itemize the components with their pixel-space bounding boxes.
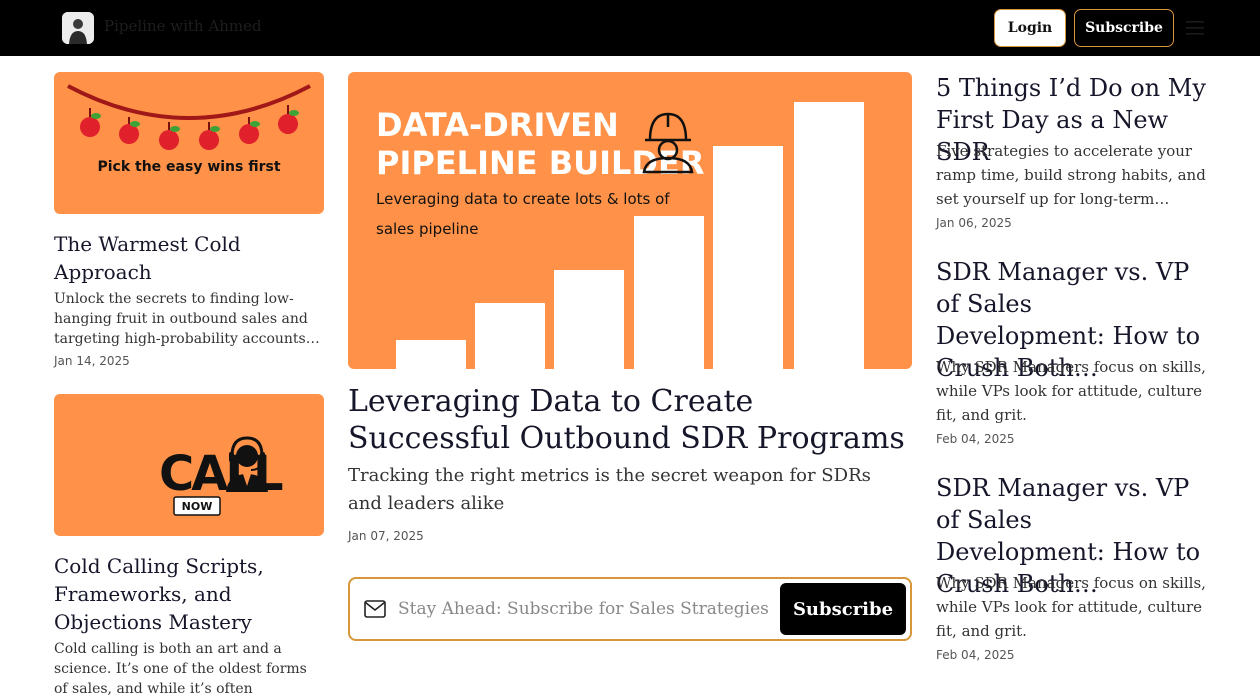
newsletter-email-input[interactable] [398, 589, 776, 629]
post-excerpt-warmest-cold-approach: Unlock the secrets to finding low-hangin… [54, 291, 320, 347]
mail-icon [364, 599, 386, 619]
now-badge-text: NOW [182, 500, 213, 513]
site-name[interactable]: Pipeline with Ahmed [104, 17, 262, 35]
post-excerpt-cold-calling-scripts: Cold calling is both an art and a scienc… [54, 641, 307, 697]
post-thumbnail-call-now[interactable]: CALL NOW [54, 394, 324, 536]
feature-post-date: Jan 07, 2025 [348, 529, 424, 543]
post-date-sdr-manager-vs-vp-2: Feb 04, 2025 [936, 648, 1015, 662]
feature-post-thumbnail[interactable]: DATA-DRIVEN PIPELINE BUILDER Leveraging … [348, 72, 912, 369]
feature-image-title-line1: DATA-DRIVEN [376, 106, 619, 144]
post-title-cold-calling-scripts[interactable]: Cold Calling Scripts, Frameworks, and Ob… [54, 552, 314, 636]
post-excerpt-first-day-sdr: Five strategies to accelerate your ramp … [936, 142, 1206, 208]
header-subscribe-button[interactable]: Subscribe [1074, 9, 1174, 47]
newsletter-subscribe-form: Subscribe [348, 577, 912, 641]
newsletter-subscribe-button[interactable]: Subscribe [780, 583, 906, 635]
post-date-warmest-cold-approach: Jan 14, 2025 [54, 354, 130, 368]
login-button[interactable]: Login [994, 9, 1066, 47]
site-logo-avatar[interactable] [62, 12, 94, 44]
post-date-sdr-manager-vs-vp: Feb 04, 2025 [936, 432, 1015, 446]
post-excerpt-sdr-manager-vs-vp: Why SDR Managers focus on skills, while … [936, 358, 1206, 424]
feature-image-sub-line2: sales pipeline [376, 220, 479, 238]
post-title-warmest-cold-approach[interactable]: The Warmest Cold Approach [54, 230, 314, 286]
post-thumbnail-easy-wins[interactable]: Pick the easy wins first [54, 72, 324, 214]
feature-image-sub-line1: Leveraging data to create lots & lots of [376, 190, 670, 208]
feature-post-subtitle: Tracking the right metrics is the secret… [348, 465, 871, 514]
easy-wins-caption: Pick the easy wins first [97, 159, 280, 175]
feature-post-title[interactable]: Leveraging Data to Create Successful Out… [348, 383, 908, 457]
post-date-first-day-sdr: Jan 06, 2025 [936, 216, 1012, 230]
post-excerpt-sdr-manager-vs-vp-2: Why SDR Managers focus on skills, while … [936, 574, 1206, 640]
feature-image-title-line2: PIPELINE BUILDER [376, 144, 704, 182]
top-navigation-bar: Pipeline with Ahmed Login Subscribe [0, 0, 1260, 56]
hamburger-menu-icon[interactable] [1186, 19, 1204, 37]
